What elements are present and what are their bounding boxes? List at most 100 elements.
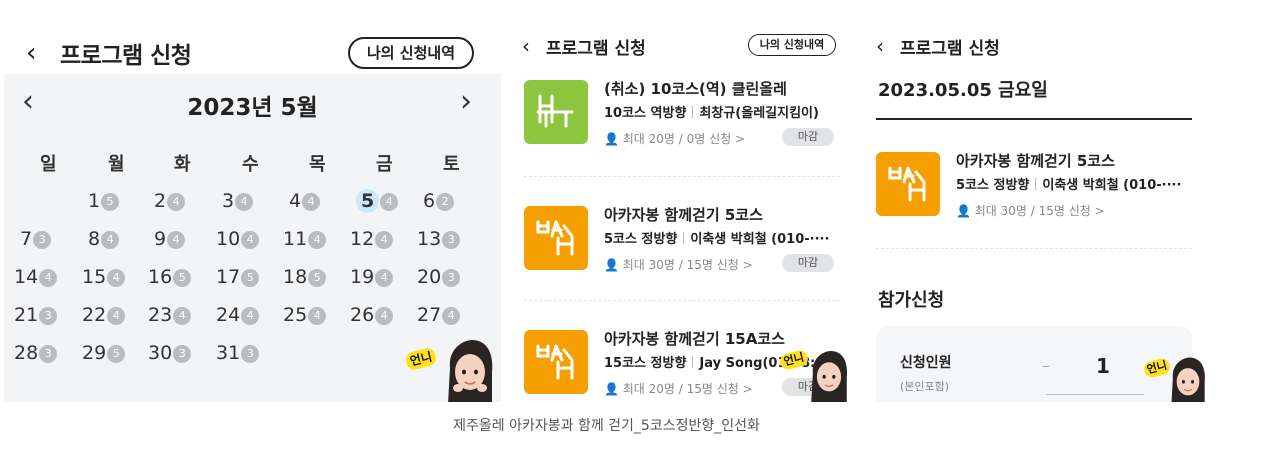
- calendar-day[interactable]: 22 4: [82, 304, 126, 330]
- course-label: 15코스 정방향: [604, 356, 687, 371]
- capacity-info[interactable]: 👤 최대 30명 / 15명 신청 >: [956, 202, 1105, 219]
- quantity-value[interactable]: 1: [1096, 354, 1110, 378]
- calendar-day[interactable]: 14 4: [14, 266, 58, 292]
- calendar-day[interactable]: 10 4: [216, 228, 260, 254]
- calendar-day[interactable]: 25 4: [283, 304, 327, 330]
- program-item[interactable]: 아카자봉 함께걷기 5코스 5코스 정방향 이축생 박희철 (010-···· 👤…: [858, 152, 1211, 262]
- calendar-day[interactable]: 54: [356, 189, 399, 216]
- calendar-day[interactable]: 31 3: [216, 342, 260, 368]
- leader-label: 이축생 박희철 (010-····: [690, 232, 830, 247]
- day-number: 29: [82, 342, 107, 364]
- day-number: 1: [88, 190, 101, 212]
- weekday-label: 수: [242, 154, 259, 175]
- weekday-label: 월: [108, 154, 125, 175]
- calendar-day[interactable]: 15: [88, 190, 120, 216]
- calendar-day[interactable]: 24 4: [216, 304, 260, 330]
- day-number: 10: [216, 228, 241, 250]
- course-label: 5코스 정방향: [956, 178, 1030, 193]
- calendar-day[interactable]: 19 4: [350, 266, 394, 292]
- calendar-day[interactable]: 24: [154, 190, 186, 216]
- day-number: 7: [20, 228, 33, 250]
- day-number: 26: [350, 304, 375, 326]
- calendar-day[interactable]: 30 3: [148, 342, 192, 368]
- day-number: 30: [148, 342, 173, 364]
- program-count-badge: 4: [167, 231, 186, 249]
- day-number: 25: [283, 304, 308, 326]
- divider: [876, 248, 1192, 249]
- calendar-day[interactable]: 15 4: [82, 266, 126, 292]
- day-number: 21: [14, 304, 39, 326]
- my-applications-button[interactable]: 나의 신청내역: [348, 37, 474, 69]
- avatar-icon: [448, 340, 493, 402]
- chair-icon: [524, 80, 588, 144]
- calendar-day[interactable]: 44: [289, 190, 321, 216]
- program-title: 아카자봉 함께걷기 5코스: [604, 206, 763, 224]
- program-count-badge: 4: [39, 269, 58, 287]
- avatar-icon: [811, 350, 848, 402]
- calendar-day[interactable]: 26 4: [350, 304, 394, 330]
- calendar-day[interactable]: 20 3: [417, 266, 461, 292]
- day-number: 22: [82, 304, 107, 326]
- program-count-badge: 4: [308, 231, 327, 249]
- back-icon[interactable]: ‹: [522, 34, 530, 58]
- day-number: 19: [350, 266, 375, 288]
- course-label: 10코스 역방향: [604, 106, 687, 121]
- calendar-day[interactable]: 27 4: [417, 304, 461, 330]
- program-meta: 5코스 정방향 이축생 박희철 (010-····: [956, 174, 1181, 193]
- day-number: 31: [216, 342, 241, 364]
- calendar-day[interactable]: 29 5: [82, 342, 126, 368]
- selected-date: 2023.05.05 금요일: [878, 80, 1048, 101]
- program-count-badge: 5: [241, 269, 260, 287]
- walker-icon: [524, 330, 588, 394]
- course-label: 5코스 정방향: [604, 232, 678, 247]
- day-number: 17: [216, 266, 241, 288]
- calendar-day[interactable]: 62: [423, 190, 455, 216]
- day-number: 6: [423, 190, 436, 212]
- next-month-icon[interactable]: ›: [460, 84, 472, 119]
- avatar-icon: [1171, 357, 1205, 402]
- calendar-screen: ‹ 프로그램 신청 나의 신청내역 ‹ 2023년 5월 › 일 월 화 수 목 금 토 1…: [4, 30, 501, 402]
- calendar-day[interactable]: 21 3: [14, 304, 58, 330]
- day-number: 11: [283, 228, 308, 250]
- capacity-info[interactable]: 👤 최대 30명 / 15명 신청 >: [604, 256, 753, 273]
- day-number: 12: [350, 228, 375, 250]
- program-count-badge: 3: [442, 231, 461, 249]
- capacity-info[interactable]: 👤 최대 20명 / 0명 신청 >: [604, 130, 745, 147]
- calendar-day[interactable]: 73: [20, 228, 52, 254]
- program-item[interactable]: (취소) 10코스(역) 클린올레 10코스 역방향 최창규(올레길지킴이) 👤 …: [508, 80, 853, 190]
- capacity-label: 최대 20명 / 15명 신청 >: [622, 382, 753, 396]
- page-title: 프로그램 신청: [60, 43, 192, 69]
- back-icon[interactable]: ‹: [876, 34, 884, 58]
- calendar-day[interactable]: 84: [88, 228, 120, 254]
- decrement-button[interactable]: –: [1042, 356, 1050, 375]
- calendar-day[interactable]: 16 5: [148, 266, 192, 292]
- calendar-day[interactable]: 17 5: [216, 266, 260, 292]
- divider: [524, 300, 840, 302]
- weekday-label: 목: [309, 154, 326, 175]
- program-count-badge: 3: [39, 345, 58, 363]
- day-number: 16: [148, 266, 173, 288]
- calendar-day[interactable]: 13 3: [417, 228, 461, 254]
- calendar-day[interactable]: 23 4: [148, 304, 192, 330]
- weekday-label: 금: [376, 154, 393, 175]
- day-number: 15: [82, 266, 107, 288]
- program-count-badge: 5: [173, 269, 192, 287]
- capacity-label: 최대 20명 / 0명 신청 >: [622, 132, 746, 146]
- calendar-day[interactable]: 18 5: [283, 266, 327, 292]
- calendar-day[interactable]: 28 3: [14, 342, 58, 368]
- program-count-badge: 3: [33, 231, 52, 249]
- program-title: (취소) 10코스(역) 클린올레: [604, 80, 787, 98]
- capacity-info[interactable]: 👤 최대 20명 / 15명 신청 >: [604, 380, 753, 397]
- back-icon[interactable]: ‹: [26, 38, 36, 68]
- day-number: 23: [148, 304, 173, 326]
- my-applications-button[interactable]: 나의 신청내역: [748, 34, 836, 56]
- calendar-day[interactable]: 34: [222, 190, 254, 216]
- calendar-day[interactable]: 94: [154, 228, 186, 254]
- day-number: 9: [154, 228, 167, 250]
- day-number: 2: [154, 190, 167, 212]
- calendar-day[interactable]: 11 4: [283, 228, 327, 254]
- calendar-day[interactable]: 12 4: [350, 228, 394, 254]
- applicants-label: 신청인원: [900, 355, 952, 371]
- apply-heading: 참가신청: [878, 290, 945, 311]
- walker-icon: [876, 152, 940, 216]
